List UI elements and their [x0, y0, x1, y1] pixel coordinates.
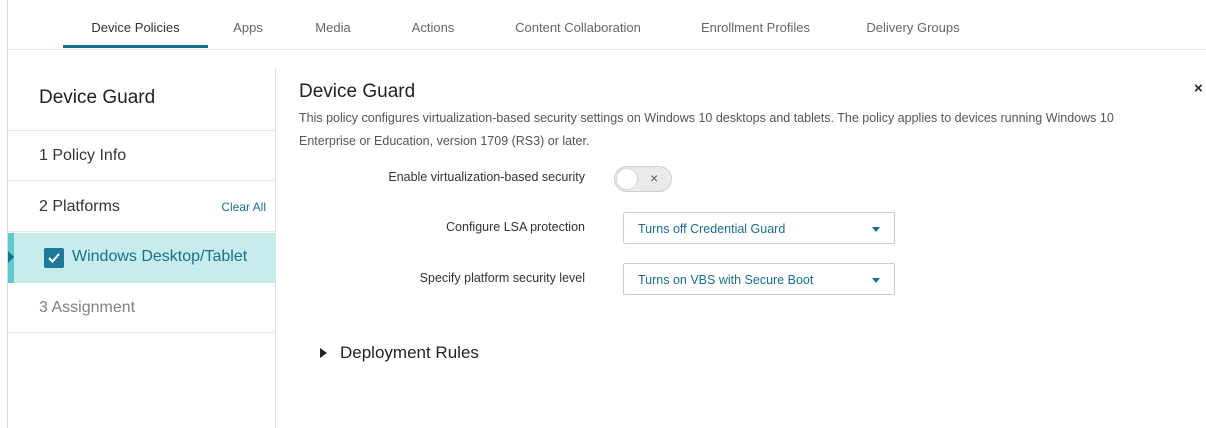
step-policy-info[interactable]: 1 Policy Info — [8, 131, 276, 181]
tab-actions[interactable]: Actions — [398, 0, 468, 50]
checkmark-icon — [48, 253, 60, 263]
toggle-off-icon: × — [650, 170, 659, 186]
select-value: Turns off Credential Guard — [638, 222, 786, 236]
step-platforms[interactable]: 2 Platforms Clear All — [8, 182, 276, 232]
toggle-knob — [616, 168, 638, 190]
clear-all-link[interactable]: Clear All — [221, 200, 266, 214]
page-title: Device Guard — [299, 81, 416, 102]
platform-windows-desktop-tablet[interactable]: Windows Desktop/Tablet — [8, 233, 276, 283]
tab-device-policies[interactable]: Device Policies — [63, 0, 208, 50]
expand-triangle-icon — [320, 348, 327, 358]
tab-bar: Device Policies Apps Media Actions Conte… — [8, 0, 1206, 50]
lsa-protection-select[interactable]: Turns off Credential Guard — [623, 212, 895, 244]
tab-apps[interactable]: Apps — [223, 0, 273, 50]
step-label: 2 Platforms — [39, 198, 120, 215]
step-assignment[interactable]: 3 Assignment — [8, 283, 276, 333]
active-tab-indicator — [63, 45, 208, 48]
tab-content-collaboration[interactable]: Content Collaboration — [498, 0, 658, 50]
policy-description: This policy configures virtualization-ba… — [299, 111, 1114, 148]
tab-media[interactable]: Media — [308, 0, 358, 50]
sidebar-title: Device Guard — [8, 68, 276, 131]
wizard-sidebar: Device Guard 1 Policy Info 2 Platforms C… — [8, 68, 276, 428]
security-level-select[interactable]: Turns on VBS with Secure Boot — [623, 263, 895, 295]
vbs-label: Enable virtualization-based security — [388, 170, 585, 184]
tab-delivery-groups[interactable]: Delivery Groups — [853, 0, 973, 50]
selected-pointer-icon — [8, 251, 14, 263]
step-label: 3 Assignment — [39, 299, 136, 316]
vbs-toggle[interactable]: × — [614, 166, 672, 192]
step-label: 1 Policy Info — [39, 147, 127, 164]
platform-checkbox[interactable] — [44, 248, 64, 268]
policy-editor: Device Policies Apps Media Actions Conte… — [7, 0, 1206, 428]
close-icon[interactable]: × — [1194, 80, 1203, 97]
tab-enrollment-profiles[interactable]: Enrollment Profiles — [683, 0, 828, 50]
deployment-rules-label: Deployment Rules — [340, 343, 479, 362]
platform-label: Windows Desktop/Tablet — [72, 248, 248, 265]
chevron-down-icon — [872, 227, 880, 232]
chevron-down-icon — [872, 278, 880, 283]
security-level-label: Specify platform security level — [419, 271, 585, 285]
lsa-label: Configure LSA protection — [446, 220, 585, 234]
select-value: Turns on VBS with Secure Boot — [638, 273, 814, 287]
